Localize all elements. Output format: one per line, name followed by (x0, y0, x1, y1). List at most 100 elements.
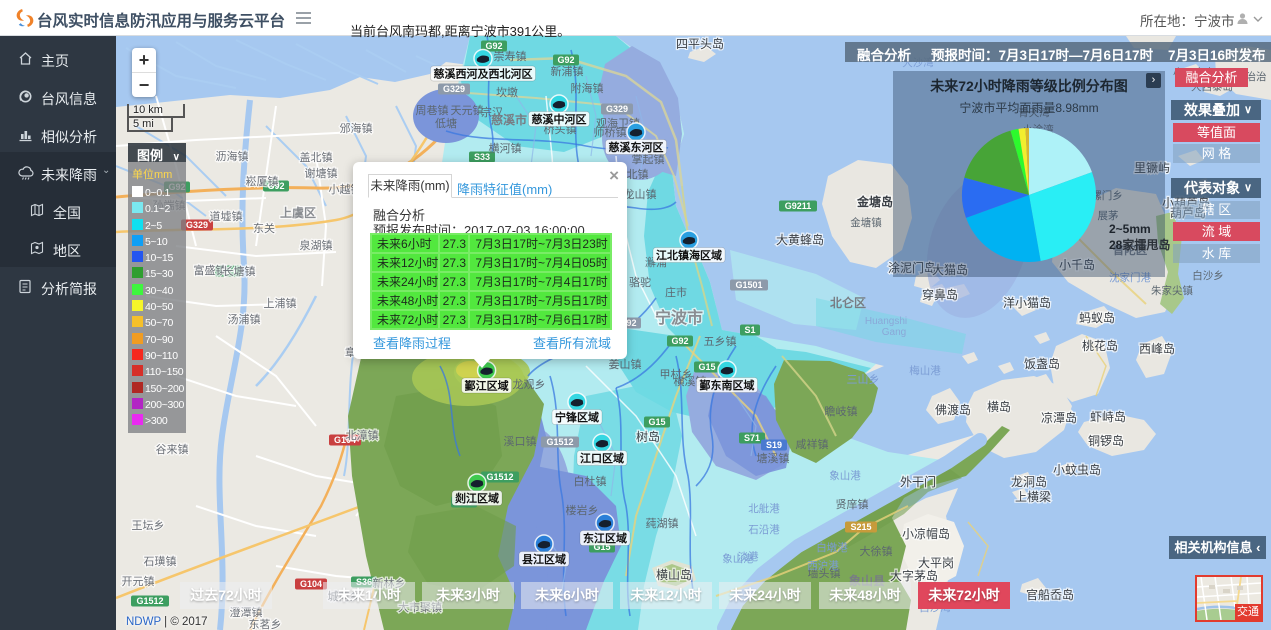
svg-text:Huangshi: Huangshi (865, 316, 907, 327)
svg-text:北仑区: 北仑区 (830, 295, 866, 310)
svg-text:桃花岛: 桃花岛 (1082, 338, 1118, 353)
svg-text:崧厦镇: 崧厦镇 (246, 174, 279, 188)
svg-text:西峰岛: 西峰岛 (1139, 341, 1175, 356)
svg-text:鄞江区域: 鄞江区域 (465, 379, 509, 393)
svg-text:县江区域: 县江区域 (522, 552, 566, 566)
svg-text:G1512: G1512 (136, 596, 163, 606)
svg-text:瞻岐镇: 瞻岐镇 (825, 404, 858, 418)
svg-text:溪口镇: 溪口镇 (504, 434, 537, 448)
svg-text:道墟镇: 道墟镇 (210, 209, 243, 223)
svg-text:G1512: G1512 (546, 437, 573, 447)
svg-text:宁锋区域: 宁锋区域 (555, 410, 599, 424)
svg-text:象山港: 象山港 (829, 470, 861, 482)
svg-text:G15: G15 (698, 362, 715, 372)
svg-text:大平岗: 大平岗 (918, 556, 954, 570)
svg-text:G92: G92 (557, 55, 574, 65)
svg-text:咸祥镇: 咸祥镇 (796, 437, 829, 451)
svg-text:坎墩: 坎墩 (496, 85, 518, 99)
svg-text:饭盏岛: 饭盏岛 (1024, 356, 1060, 371)
svg-text:S215: S215 (850, 522, 871, 532)
svg-text:朱家尖镇: 朱家尖镇 (1151, 284, 1193, 297)
svg-text:龙山镇: 龙山镇 (624, 187, 657, 201)
svg-text:东关: 东关 (253, 221, 275, 235)
svg-text:东茗乡: 东茗乡 (249, 618, 282, 630)
svg-text:崇寿镇: 崇寿镇 (494, 49, 527, 63)
svg-text:大徐镇: 大徐镇 (860, 544, 893, 558)
svg-text:小蚊虫岛: 小蚊虫岛 (1053, 462, 1101, 477)
svg-text:周巷镇: 周巷镇 (416, 103, 449, 117)
svg-text:汤浦镇: 汤浦镇 (228, 312, 261, 326)
svg-text:西沪港: 西沪港 (807, 559, 839, 572)
svg-text:慈溪中河区: 慈溪中河区 (532, 112, 587, 126)
svg-text:虾峙岛: 虾峙岛 (1090, 409, 1126, 424)
svg-text:S1: S1 (744, 325, 755, 335)
svg-text:小凉帽岛: 小凉帽岛 (902, 526, 950, 541)
svg-text:庄市: 庄市 (665, 285, 687, 299)
svg-text:慈溪市: 慈溪市 (491, 112, 527, 127)
svg-text:邠海镇: 邠海镇 (340, 121, 373, 135)
svg-text:Gang: Gang (882, 327, 906, 338)
svg-text:白沙乡: 白沙乡 (1192, 269, 1224, 282)
svg-text:淡港: 淡港 (738, 551, 759, 563)
svg-text:G92: G92 (485, 41, 502, 51)
svg-text:横岛: 横岛 (987, 399, 1011, 414)
svg-text:金塘岛: 金塘岛 (856, 194, 893, 209)
svg-text:北漳镇: 北漳镇 (346, 428, 379, 442)
svg-text:沥海镇: 沥海镇 (216, 149, 249, 163)
svg-text:师桥镇: 师桥镇 (594, 125, 627, 139)
svg-text:上虞区: 上虞区 (280, 205, 316, 220)
svg-text:王坛乡: 王坛乡 (132, 519, 165, 532)
svg-text:长塘镇: 长塘镇 (223, 264, 256, 278)
svg-text:S19: S19 (766, 440, 782, 450)
svg-text:四平头岛: 四平头岛 (676, 36, 724, 51)
svg-text:附海镇: 附海镇 (571, 81, 604, 95)
svg-text:横山岛: 横山岛 (656, 567, 692, 582)
svg-text:楼岩乡: 楼岩乡 (566, 503, 599, 517)
svg-text:横河镇: 横河镇 (489, 141, 522, 155)
svg-text:金塘镇: 金塘镇 (850, 216, 882, 229)
svg-text:大字茅岛: 大字茅岛 (890, 568, 938, 583)
svg-text:贤庠镇: 贤庠镇 (836, 497, 869, 511)
svg-text:上横梁: 上横梁 (1015, 489, 1051, 504)
svg-text:G329: G329 (186, 220, 208, 230)
svg-text:莼湖镇: 莼湖镇 (646, 516, 679, 530)
svg-text:树岛: 树岛 (636, 429, 660, 444)
svg-text:白杜镇: 白杜镇 (574, 474, 607, 488)
svg-text:G15: G15 (648, 417, 665, 427)
svg-text:官船岙岛: 官船岙岛 (1026, 587, 1074, 602)
svg-text:新浦镇: 新浦镇 (551, 64, 584, 78)
svg-text:谷来镇: 谷来镇 (156, 442, 189, 456)
svg-text:G1512: G1512 (486, 472, 513, 482)
svg-text:石沿港: 石沿港 (748, 524, 780, 536)
svg-text:江口区域: 江口区域 (580, 451, 624, 465)
svg-text:S71: S71 (744, 433, 760, 443)
svg-text:上浦镇: 上浦镇 (264, 296, 297, 310)
svg-text:天元镇: 天元镇 (451, 103, 484, 117)
svg-text:五乡镇: 五乡镇 (704, 334, 737, 348)
svg-text:骆驼: 骆驼 (629, 275, 651, 289)
svg-text:治治: 治治 (1246, 70, 1267, 83)
svg-text:剡江区域: 剡江区域 (454, 491, 499, 505)
svg-text:甲村乡: 甲村乡 (660, 367, 693, 381)
svg-text:铜锣岛: 铜锣岛 (1088, 433, 1124, 448)
svg-text:鄞东南区域: 鄞东南区域 (700, 378, 755, 392)
svg-text:G329: G329 (606, 104, 628, 114)
svg-text:穿鼻岛: 穿鼻岛 (922, 287, 958, 302)
svg-text:佛渡岛: 佛渡岛 (935, 402, 971, 417)
svg-text:谢塘镇: 谢塘镇 (305, 166, 338, 180)
svg-text:G92: G92 (671, 336, 688, 346)
svg-text:白墩港: 白墩港 (816, 541, 848, 554)
svg-text:北舭港: 北舭港 (748, 502, 780, 515)
svg-text:泉湖镇: 泉湖镇 (300, 238, 333, 252)
svg-text:龙观乡: 龙观乡 (513, 378, 546, 391)
svg-text:G329: G329 (443, 84, 465, 94)
svg-text:三山乡: 三山乡 (847, 373, 880, 386)
svg-text:洋小猫岛: 洋小猫岛 (1003, 295, 1051, 310)
svg-text:宁波市: 宁波市 (655, 308, 703, 327)
svg-text:石璜镇: 石璜镇 (144, 554, 177, 568)
svg-text:大黄蜂岛: 大黄蜂岛 (776, 232, 824, 247)
svg-text:龙洞岛: 龙洞岛 (1011, 474, 1047, 489)
svg-text:G9211: G9211 (785, 201, 812, 211)
svg-text:姜山镇: 姜山镇 (609, 357, 642, 371)
svg-text:盖北镇: 盖北镇 (300, 150, 333, 164)
